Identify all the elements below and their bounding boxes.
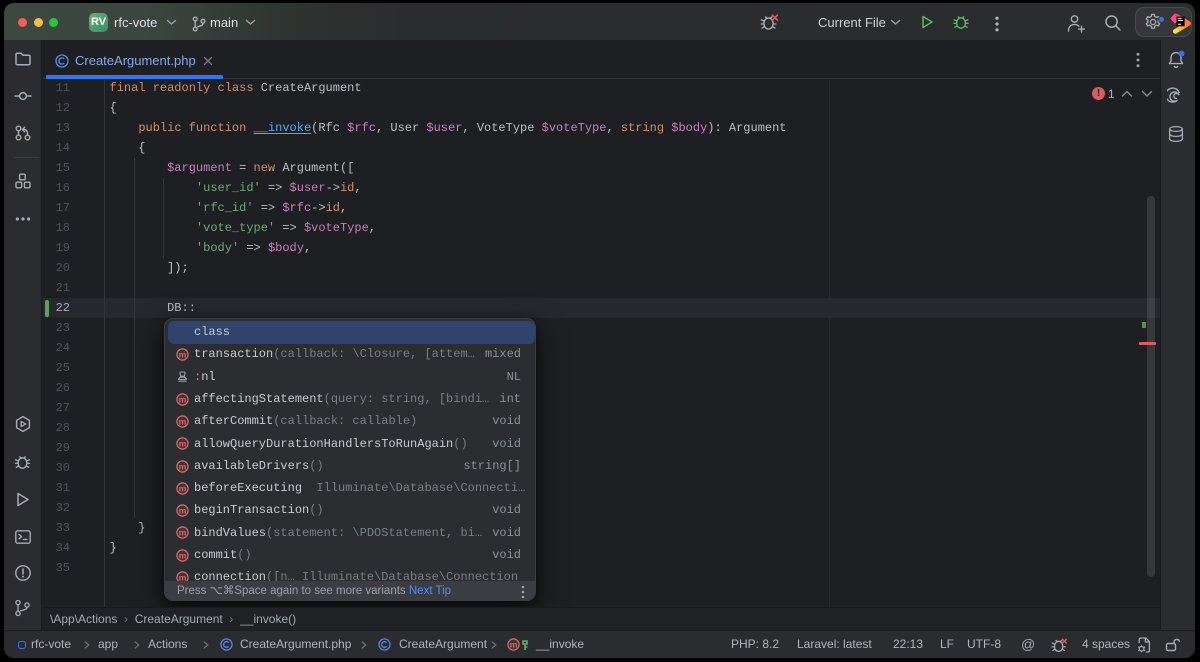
svg-text:m: m [510,640,518,650]
